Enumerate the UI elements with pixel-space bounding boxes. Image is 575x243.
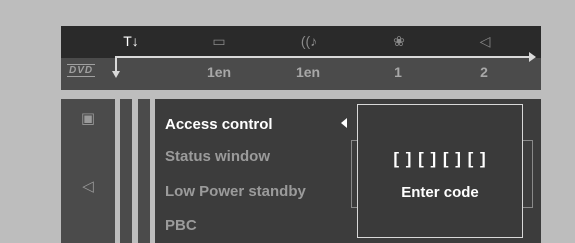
divider-strip (120, 99, 132, 243)
picture-icon[interactable]: ▣ (74, 107, 102, 131)
audio-icon[interactable]: ((♪ (297, 30, 321, 52)
divider-strip (138, 99, 150, 243)
arrow-right-icon (529, 52, 536, 62)
access-code-popup: [ ] [ ] [ ] [ ] Enter code (357, 104, 523, 238)
subtitle-value: 1en (206, 64, 232, 80)
menu-item-status-window[interactable]: Status window (165, 148, 270, 165)
arrow-down-icon (112, 71, 120, 78)
dvd-setup-screen: T↓ ▭ ((♪ ❀ ◁ DVD 1en 1en 1 2 ▣ ◁ Access … (0, 0, 575, 243)
menu-item-low-power-standby[interactable]: Low Power standby (165, 183, 306, 200)
top-menu-bar: T↓ ▭ ((♪ ❀ ◁ DVD 1en 1en 1 2 (61, 26, 541, 90)
side-icon-column: ▣ ◁ (61, 99, 115, 243)
speaker-value: 2 (480, 64, 488, 80)
angle-value: 1 (394, 64, 402, 80)
dvd-logo: DVD (67, 64, 96, 77)
menu-item-access-control[interactable]: Access control (165, 116, 273, 133)
top-menu-divider-stem (115, 57, 117, 71)
code-entry-field[interactable]: [ ] [ ] [ ] [ ] (358, 149, 522, 169)
speaker-icon[interactable]: ◁ (473, 30, 497, 52)
sound-icon[interactable]: ◁ (74, 175, 102, 199)
subtitle-icon[interactable]: ▭ (207, 30, 231, 52)
audio-value: 1en (295, 64, 321, 80)
angle-icon[interactable]: ❀ (387, 30, 411, 52)
selection-arrow-icon (341, 118, 347, 128)
top-menu-divider (115, 56, 529, 58)
enter-code-label: Enter code (401, 184, 479, 201)
setup-tools-icon[interactable]: T↓ (119, 30, 143, 52)
menu-item-pbc[interactable]: PBC (165, 217, 197, 234)
